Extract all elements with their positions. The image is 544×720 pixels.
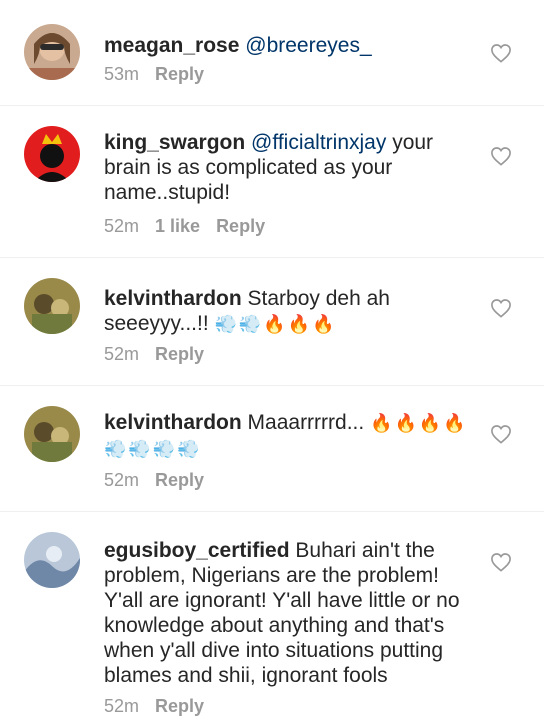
comment-meta: 52m 1 like Reply bbox=[104, 216, 281, 237]
comment-username[interactable]: kelvinthardon bbox=[104, 411, 242, 434]
comment-text: kelvinthardon Starboy deh ah seeeyyy...!… bbox=[104, 286, 474, 337]
comment-username[interactable]: egusiboy_certified bbox=[104, 539, 290, 562]
comment-item: kelvinthardon Starboy deh ah seeeyyy...!… bbox=[0, 258, 544, 386]
avatar[interactable] bbox=[24, 532, 80, 588]
comment-timestamp: 52m bbox=[104, 216, 140, 236]
avatar[interactable] bbox=[24, 24, 80, 80]
comment-text: egusiboy_certified Buhari ain't the prob… bbox=[104, 538, 474, 688]
likes-count[interactable]: 1 like bbox=[155, 216, 200, 236]
avatar[interactable] bbox=[24, 126, 80, 182]
comment-text: kelvinthardon Maaarrrrrd... 🔥🔥🔥🔥 💨💨💨💨 bbox=[104, 410, 474, 462]
comment-username[interactable]: kelvinthardon bbox=[104, 287, 242, 310]
comment-username[interactable]: meagan_rose bbox=[104, 34, 239, 57]
comment-mention[interactable]: @breereyes_ bbox=[245, 34, 371, 57]
comment-meta: 52m Reply bbox=[104, 344, 220, 365]
heart-outline-icon[interactable] bbox=[490, 146, 512, 166]
comment-meta: 53m Reply bbox=[104, 64, 220, 85]
reply-button[interactable]: Reply bbox=[155, 64, 204, 84]
heart-outline-icon[interactable] bbox=[490, 43, 512, 63]
reply-button[interactable]: Reply bbox=[216, 216, 265, 236]
avatar[interactable] bbox=[24, 278, 80, 334]
comment-item: egusiboy_certified Buhari ain't the prob… bbox=[0, 512, 544, 720]
comment-text: king_swargon @fficialtrinxjay your brain… bbox=[104, 130, 474, 205]
comment-mention[interactable]: @fficialtrinxjay bbox=[251, 131, 386, 154]
comment-item: meagan_rose @breereyes_ 53m Reply bbox=[0, 0, 544, 106]
reply-button[interactable]: Reply bbox=[155, 696, 204, 716]
avatar[interactable] bbox=[24, 406, 80, 462]
comment-item: king_swargon @fficialtrinxjay your brain… bbox=[0, 106, 544, 258]
comment-meta: 52m Reply bbox=[104, 696, 220, 717]
comment-emojis: 💨💨🔥🔥🔥 bbox=[214, 314, 337, 334]
heart-outline-icon[interactable] bbox=[490, 552, 512, 572]
comment-item: kelvinthardon Maaarrrrrd... 🔥🔥🔥🔥 💨💨💨💨 52… bbox=[0, 386, 544, 512]
heart-outline-icon[interactable] bbox=[490, 424, 512, 444]
comment-timestamp: 52m bbox=[104, 470, 140, 490]
reply-button[interactable]: Reply bbox=[155, 344, 204, 364]
comment-body: Maaarrrrrd... bbox=[241, 411, 365, 434]
comment-meta: 52m Reply bbox=[104, 470, 220, 491]
comment-timestamp: 52m bbox=[104, 696, 140, 716]
comment-timestamp: 53m bbox=[104, 64, 140, 84]
comment-timestamp: 52m bbox=[104, 344, 140, 364]
comment-text: meagan_rose @breereyes_ bbox=[104, 33, 474, 58]
reply-button[interactable]: Reply bbox=[155, 470, 204, 490]
heart-outline-icon[interactable] bbox=[490, 298, 512, 318]
comment-username[interactable]: king_swargon bbox=[104, 131, 245, 154]
